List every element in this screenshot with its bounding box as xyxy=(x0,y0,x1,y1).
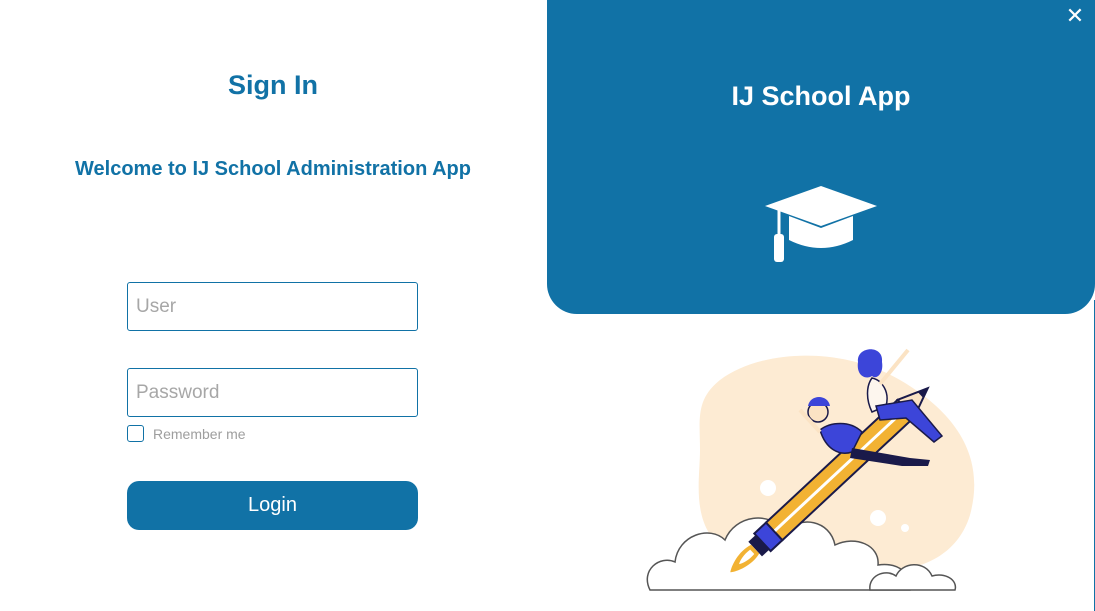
students-pencil-illustration xyxy=(646,348,975,591)
login-button[interactable]: Login xyxy=(127,481,418,530)
user-input[interactable] xyxy=(127,282,418,331)
bubble xyxy=(760,480,776,496)
app-title: IJ School App xyxy=(731,81,911,111)
bubble xyxy=(870,510,886,526)
welcome-text: Welcome to IJ School Administration App xyxy=(75,158,471,180)
remember-checkbox[interactable] xyxy=(127,425,144,442)
signin-title: Sign In xyxy=(228,70,318,100)
bubble xyxy=(901,524,909,532)
remember-me[interactable]: Remember me xyxy=(127,425,246,442)
password-input[interactable] xyxy=(127,368,418,417)
remember-label: Remember me xyxy=(153,425,246,442)
graduation-cap-icon xyxy=(765,186,877,262)
close-icon[interactable]: ✕ xyxy=(1063,4,1087,28)
brand-panel: IJ School App xyxy=(547,0,1095,314)
